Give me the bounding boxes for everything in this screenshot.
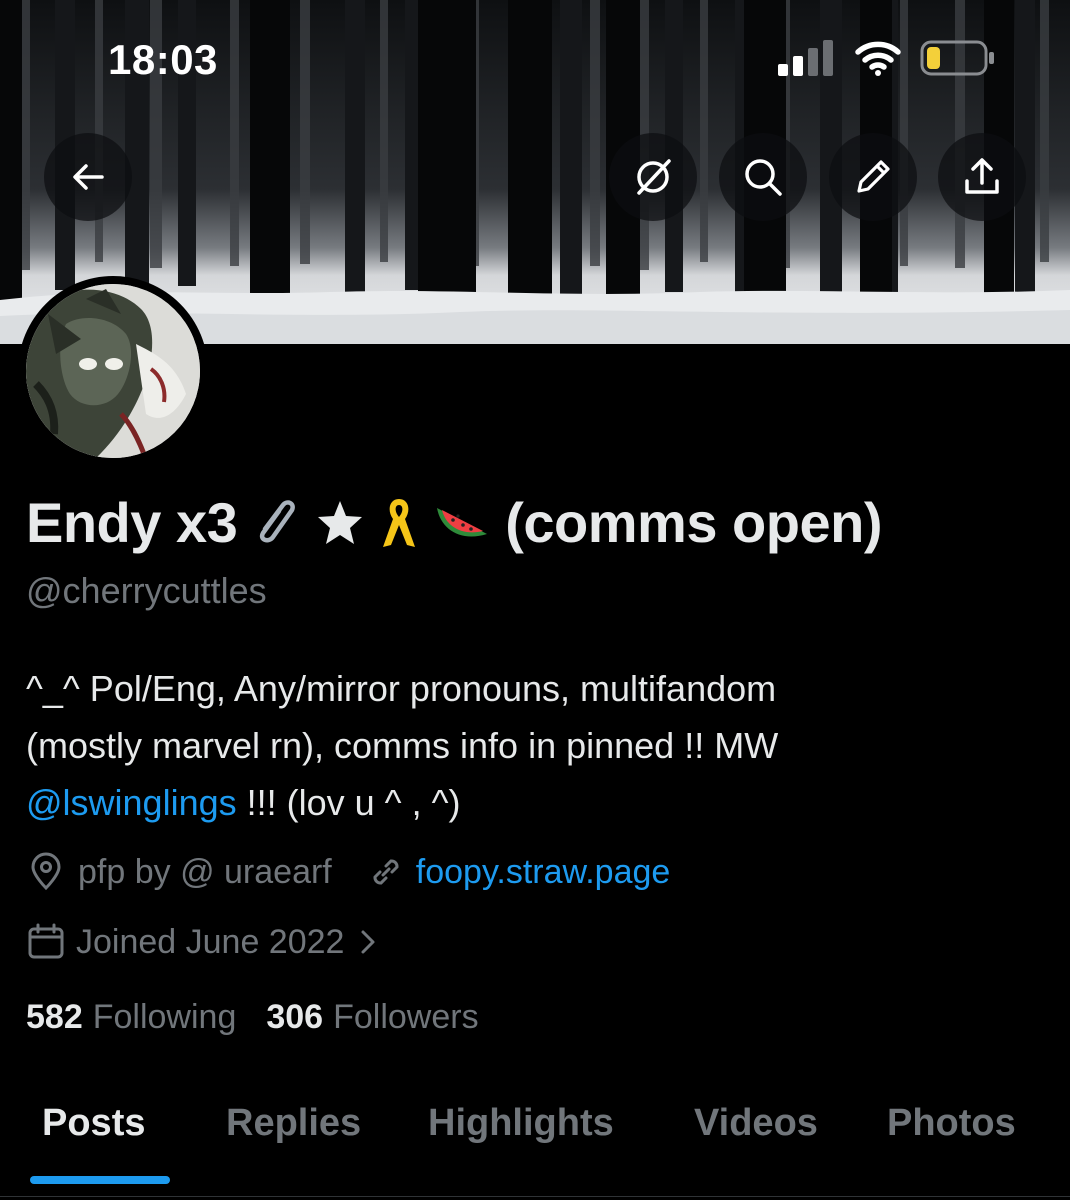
avatar[interactable] <box>18 276 208 466</box>
edit-profile-button[interactable] <box>829 133 917 221</box>
pencil-icon <box>857 160 890 193</box>
profile-stats: 582 Following 306 Followers <box>26 998 479 1037</box>
bio-line: ^_^ Pol/Eng, Any/mirror pronouns, multif… <box>26 668 777 709</box>
status-time: 18:03 <box>108 36 218 83</box>
bio-line: @lswinglings !!! (lov u ^ , ^) <box>26 774 1046 831</box>
bio-line-text: !!! (lov u ^ , ^) <box>236 782 461 823</box>
status-icons <box>778 40 996 76</box>
search-button[interactable] <box>719 133 807 221</box>
back-button[interactable] <box>44 133 132 221</box>
grok-button[interactable] <box>609 133 697 221</box>
profile-location: pfp by @ uraearf <box>78 852 332 891</box>
bio-line: (mostly marvel rn), comms info in pinned… <box>26 725 779 766</box>
followers-count: 306 <box>266 998 324 1036</box>
wifi-icon <box>855 41 901 76</box>
profile-tabs: Posts Replies Highlights Videos Photos <box>0 1090 1070 1200</box>
divider <box>0 1196 1070 1197</box>
tab-photos[interactable]: Photos <box>887 1102 1016 1145</box>
bio-mention-link[interactable]: @lswinglings <box>26 782 237 823</box>
tab-replies[interactable]: Replies <box>226 1102 361 1145</box>
profile-website-link[interactable]: foopy.straw.page <box>416 853 671 892</box>
tab-highlights[interactable]: Highlights <box>428 1102 614 1145</box>
display-name: Endy x3 (comms open) <box>26 490 882 555</box>
followers-stat[interactable]: 306 Followers <box>266 998 478 1037</box>
search-icon <box>745 159 782 196</box>
grok-icon <box>637 159 671 195</box>
chevron-right-icon <box>361 930 375 954</box>
following-label: Following <box>92 998 237 1036</box>
active-tab-indicator <box>30 1176 170 1184</box>
watermelon-icon <box>433 500 491 546</box>
battery-icon <box>920 40 994 76</box>
display-name-suffix: (comms open) <box>505 491 882 554</box>
followers-label: Followers <box>333 998 479 1036</box>
profile-bio: ^_^ Pol/Eng, Any/mirror pronouns, multif… <box>26 660 1046 831</box>
link-icon <box>373 859 399 885</box>
tab-posts[interactable]: Posts <box>42 1102 145 1145</box>
profile-handle: @cherrycuttles <box>26 570 267 611</box>
profile-joined-row[interactable]: Joined June 2022 <box>26 922 378 962</box>
share-icon <box>965 158 999 194</box>
profile-joined-date: Joined June 2022 <box>76 922 345 961</box>
arrow-left-icon <box>73 164 104 190</box>
share-button[interactable] <box>938 133 1026 221</box>
location-pin-icon <box>31 852 61 891</box>
yellow-ribbon-icon <box>379 495 419 551</box>
following-stat[interactable]: 582 Following <box>26 998 236 1037</box>
following-count: 582 <box>26 998 83 1036</box>
avatar-image <box>26 284 200 458</box>
tab-videos[interactable]: Videos <box>694 1102 818 1145</box>
calendar-icon <box>28 923 64 959</box>
star-icon <box>315 498 365 548</box>
display-name-text: Endy x3 <box>26 491 238 554</box>
cellular-signal-icon <box>778 40 833 76</box>
profile-meta-row: pfp by @ uraearf foopy.straw.page <box>26 852 670 892</box>
paperclip-icon <box>251 495 301 551</box>
